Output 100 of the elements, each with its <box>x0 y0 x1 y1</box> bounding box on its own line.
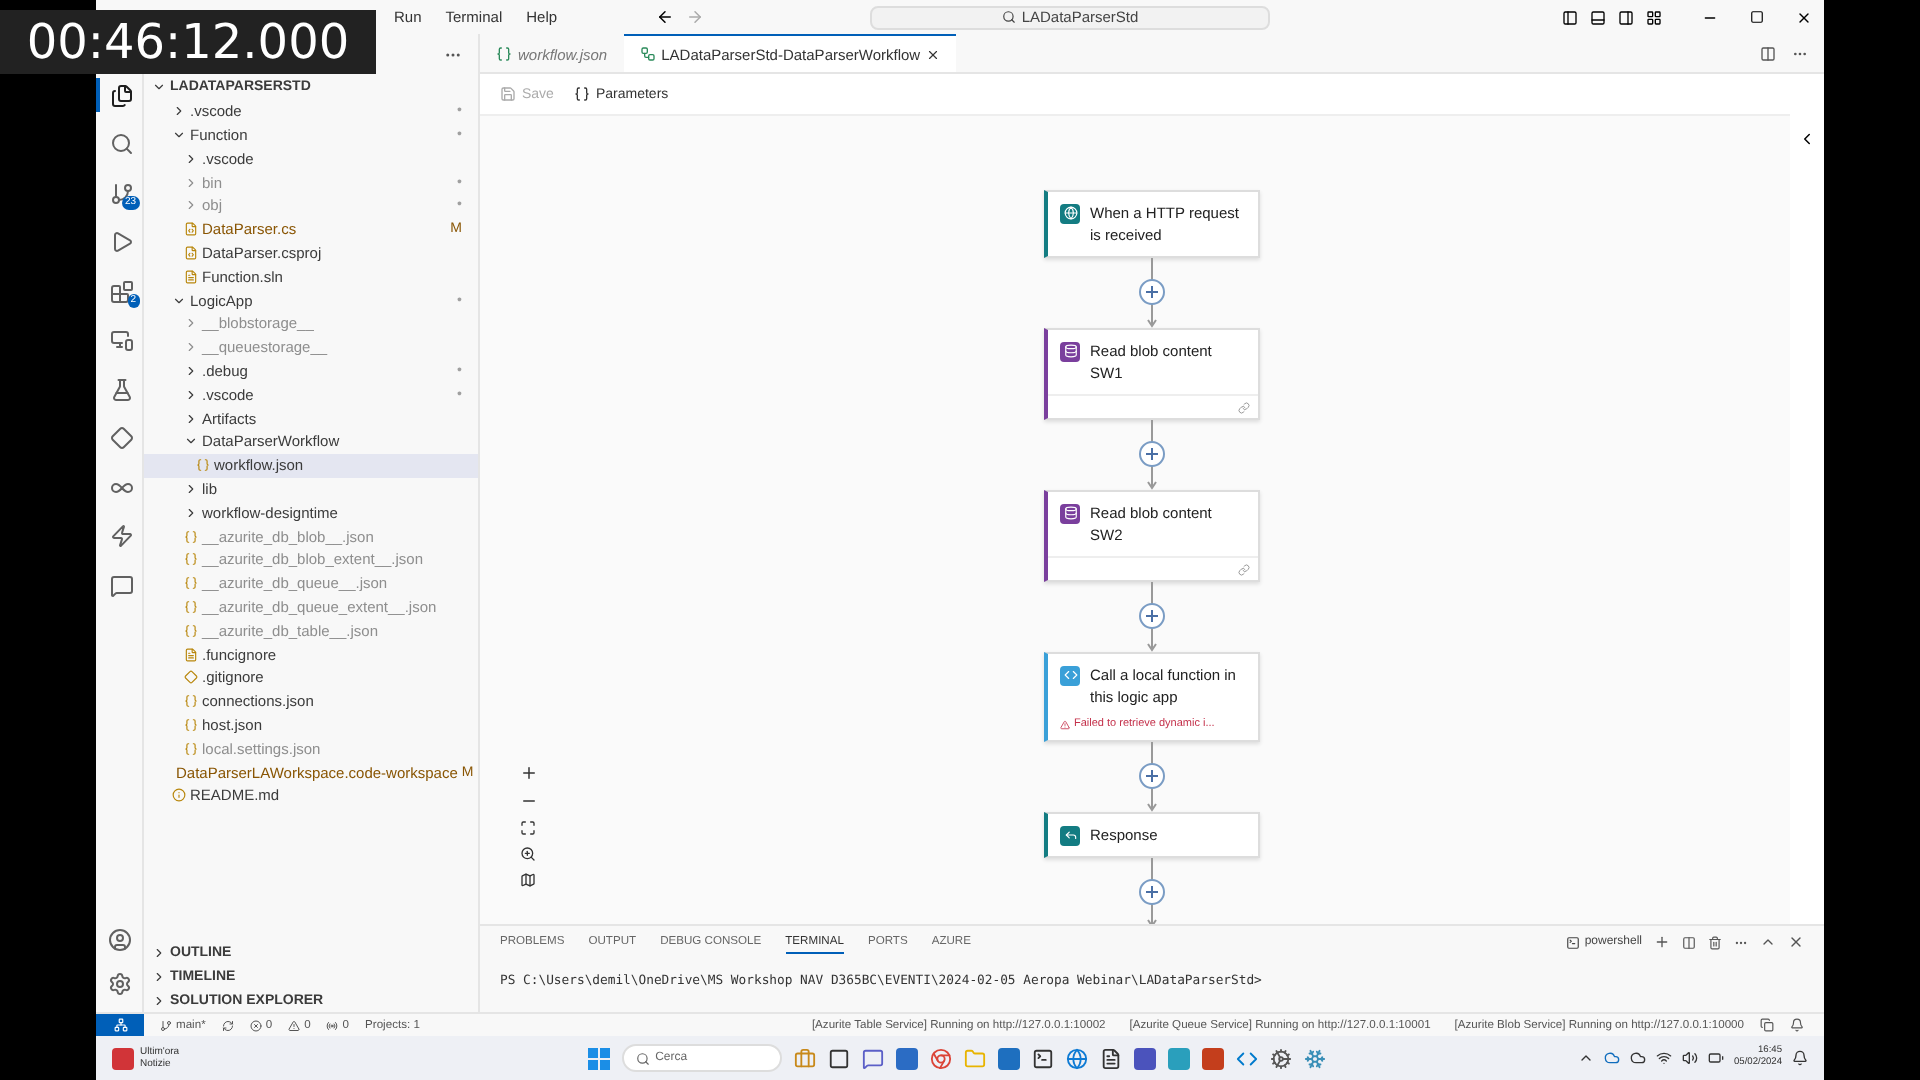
http-step-icon <box>1060 203 1080 223</box>
search-icon <box>109 132 133 156</box>
search-icon <box>1001 10 1016 24</box>
file-icon <box>172 788 186 803</box>
zoom-in-icon[interactable] <box>520 764 538 782</box>
browser-icon <box>929 1047 952 1069</box>
settings-icon[interactable] <box>107 972 131 996</box>
app-icon[interactable] <box>1133 1047 1156 1069</box>
response-step-icon <box>1060 825 1080 845</box>
blob-step-icon <box>1060 341 1080 361</box>
explorer-icon <box>109 83 133 107</box>
add-terminal-icon <box>1654 934 1670 950</box>
app-icon[interactable] <box>1201 1047 1224 1069</box>
source-control-icon <box>109 181 133 205</box>
file-icon <box>184 576 198 591</box>
chevron-down-icon <box>152 80 166 95</box>
forward-arrow-icon <box>685 8 704 26</box>
chat-icon <box>109 573 133 597</box>
minimap-icon[interactable] <box>520 872 536 888</box>
collapse-panel-icon <box>1798 130 1816 148</box>
blob-step-icon <box>1060 503 1080 523</box>
start-icon[interactable] <box>587 1047 610 1069</box>
app-icon[interactable] <box>997 1047 1020 1069</box>
briefcase-icon <box>793 1047 816 1069</box>
file-icon <box>184 529 198 544</box>
link-icon <box>1238 401 1250 413</box>
remote-icon <box>109 328 133 352</box>
file-icon <box>196 458 210 473</box>
chat-icon <box>861 1047 884 1069</box>
panel-bottom-icon <box>1590 9 1606 25</box>
fit-view-icon[interactable] <box>520 820 536 836</box>
link-icon <box>1238 563 1250 575</box>
file-icon <box>184 647 198 662</box>
app-icon[interactable] <box>895 1047 918 1069</box>
connector-drawing <box>1138 582 1166 652</box>
connector-drawing <box>1138 742 1166 812</box>
trash-icon <box>1708 935 1722 949</box>
chevron-down-icon <box>172 293 186 308</box>
wifi-icon <box>1655 1050 1672 1066</box>
workflow-icon <box>639 46 656 62</box>
split-editor-icon <box>1760 45 1776 61</box>
document-icon <box>1099 1047 1122 1069</box>
chevron-right-icon <box>172 104 186 119</box>
notification-icon <box>1790 1018 1804 1032</box>
warning-icon <box>288 1019 301 1031</box>
search-icon <box>635 1051 650 1065</box>
ports-icon <box>326 1019 339 1031</box>
maximize-icon <box>1750 9 1764 23</box>
window-icon <box>827 1047 850 1069</box>
connector-drawing <box>1138 258 1166 328</box>
notification-icon <box>1792 1050 1808 1066</box>
file-icon <box>184 222 198 237</box>
back-arrow-icon <box>655 8 674 26</box>
panel-left-icon <box>1562 9 1578 25</box>
warning-icon <box>1060 719 1070 729</box>
close-icon <box>1788 934 1804 950</box>
run-icon <box>109 230 133 254</box>
code-editor-icon <box>1235 1047 1258 1069</box>
file-icon <box>184 552 198 567</box>
save-icon <box>500 86 516 102</box>
file-icon <box>184 269 198 284</box>
chevron-up-icon <box>1760 934 1776 950</box>
file-icon <box>184 694 198 709</box>
video-timestamp: 00:46:12.000 <box>0 10 376 74</box>
remote-icon <box>113 1018 127 1032</box>
volume-icon <box>1681 1050 1698 1066</box>
folder-icon <box>963 1047 986 1069</box>
account-icon[interactable] <box>107 928 131 952</box>
snowflake-icon <box>1303 1047 1326 1069</box>
split-icon <box>1682 935 1696 949</box>
bolt-icon <box>109 524 133 548</box>
function-step-icon <box>1060 665 1080 685</box>
sync-icon <box>221 1019 234 1031</box>
browser-icon <box>1065 1047 1088 1069</box>
settings-icon <box>1269 1047 1292 1069</box>
testing-icon <box>109 377 133 401</box>
file-icon <box>184 599 198 614</box>
chevron-down-icon <box>184 434 198 449</box>
branch-icon <box>160 1019 172 1031</box>
connector-drawing <box>1138 420 1166 490</box>
file-icon <box>184 623 198 638</box>
terminal-icon <box>1566 935 1581 949</box>
error-icon <box>249 1019 262 1031</box>
extensions-icon <box>109 279 133 303</box>
panel-right-icon <box>1618 9 1634 25</box>
chevron-down-icon <box>172 127 186 142</box>
file-icon <box>184 717 198 732</box>
search-icon[interactable] <box>520 846 536 862</box>
battery-icon <box>1707 1050 1724 1066</box>
file-icon <box>184 245 198 260</box>
file-icon <box>184 670 198 685</box>
braces-icon <box>496 46 512 62</box>
terminal-icon <box>1031 1047 1054 1069</box>
layout-icon <box>1646 9 1662 25</box>
close-icon <box>926 47 941 61</box>
braces-icon <box>573 86 590 102</box>
chevron-up-icon <box>1577 1050 1594 1066</box>
app-icon[interactable] <box>1167 1047 1190 1069</box>
file-icon <box>184 741 198 756</box>
close-icon <box>1796 9 1812 25</box>
